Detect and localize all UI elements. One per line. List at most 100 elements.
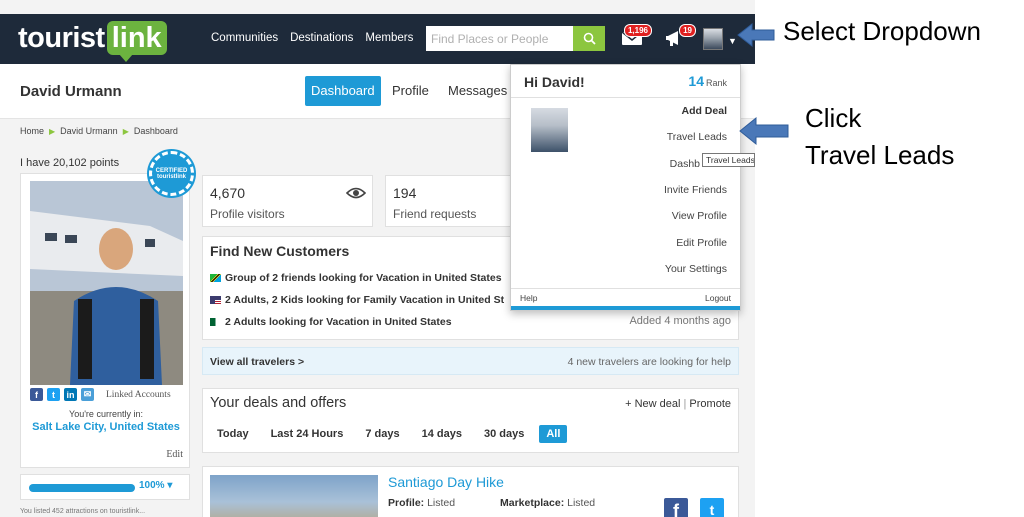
stat-profile-visitors[interactable]: 4,670 Profile visitors: [202, 175, 373, 227]
top-navbar: tourist link Communities Destinations Me…: [0, 14, 755, 64]
screenshot-area: tourist link Communities Destinations Me…: [0, 0, 755, 517]
menu-item-view-profile[interactable]: View Profile: [672, 210, 727, 222]
main-nav: Communities Destinations Members: [211, 32, 413, 44]
seal-text: CERTIFIED touristlink: [155, 167, 188, 180]
tab-dashboard[interactable]: Dashboard: [305, 76, 381, 106]
annotation-arrow-left-icon: [739, 116, 789, 146]
lead-item[interactable]: 2 Adults looking for Vacation in United …: [210, 316, 452, 328]
stat-label: Friend requests: [393, 207, 477, 221]
twitter-icon[interactable]: t: [47, 388, 60, 401]
annotation-panel: Select Dropdown Click Travel Leads: [755, 0, 1024, 517]
menu-item-dashboard[interactable]: Dashb: [670, 158, 700, 170]
stat-label: Profile visitors: [210, 207, 285, 221]
deals-card: Your deals and offers + New deal | Promo…: [202, 388, 739, 453]
filter-all[interactable]: All: [539, 425, 568, 443]
new-deal-link[interactable]: + New deal: [625, 398, 680, 410]
annotation-click: Click: [805, 103, 862, 133]
linkedin-icon[interactable]: in: [64, 388, 77, 401]
lead-item[interactable]: Group of 2 friends looking for Vacation …: [210, 272, 502, 284]
search-box: [426, 26, 605, 51]
facebook-icon[interactable]: f: [30, 388, 43, 401]
profile-photo[interactable]: [30, 181, 183, 385]
deal-profile-status: Profile: Listed: [388, 497, 456, 509]
deal-thumbnail[interactable]: [210, 475, 378, 517]
dropdown-avatar: [531, 108, 568, 152]
profile-photo-illustration: [30, 181, 183, 385]
completion-progress-bar: [29, 484, 135, 492]
card-title: Find New Customers: [210, 243, 350, 259]
algeria-flag-icon: [210, 318, 221, 326]
linked-accounts-link[interactable]: Linked Accounts: [106, 390, 171, 400]
tab-profile[interactable]: Profile: [392, 76, 429, 106]
profile-card: f t in ✉ Linked Accounts You're currentl…: [20, 173, 190, 468]
menu-item-edit-profile[interactable]: Edit Profile: [676, 237, 727, 249]
search-input[interactable]: [426, 26, 573, 51]
logo-text-tourist: tourist: [18, 21, 105, 54]
share-twitter-icon[interactable]: t: [700, 498, 724, 517]
filter-last-24-hours[interactable]: Last 24 Hours: [264, 425, 351, 443]
completion-detail-text: You listed 452 attractions on touristlin…: [20, 508, 146, 515]
view-travelers-bar: View all travelers > 4 new travelers are…: [202, 347, 739, 375]
linked-accounts-row: f t in ✉ Linked Accounts: [30, 388, 171, 401]
menu-item-invite-friends[interactable]: Invite Friends: [664, 184, 727, 196]
menu-item-your-settings[interactable]: Your Settings: [665, 263, 727, 275]
nav-destinations[interactable]: Destinations: [290, 32, 353, 44]
completion-progress-fill: [29, 484, 135, 492]
dropdown-accent-bar: [511, 306, 740, 310]
deal-time-filters: Today Last 24 Hours 7 days 14 days 30 da…: [210, 425, 575, 443]
breadcrumb-user[interactable]: David Urmann: [60, 126, 118, 136]
search-button[interactable]: [573, 26, 605, 51]
deal-marketplace-status: Marketplace: Listed: [500, 497, 596, 509]
breadcrumb-dashboard: Dashboard: [133, 126, 178, 136]
dropdown-greeting: Hi David!: [524, 74, 585, 90]
breadcrumb-home[interactable]: Home: [20, 126, 44, 136]
nav-members[interactable]: Members: [365, 32, 413, 44]
breadcrumb: Home ▶ David Urmann ▶ Dashboard: [20, 126, 178, 136]
stat-value: 4,670: [210, 185, 246, 201]
menu-item-add-deal[interactable]: Add Deal: [681, 105, 727, 117]
dropdown-footer: Help Logout: [511, 288, 740, 306]
view-all-travelers-link[interactable]: View all travelers >: [210, 356, 304, 368]
annotation-select-dropdown: Select Dropdown: [783, 16, 981, 46]
alerts-notification-button[interactable]: 19: [664, 24, 696, 50]
help-link[interactable]: Help: [520, 293, 537, 303]
user-avatar-dropdown-toggle[interactable]: [703, 28, 723, 50]
travel-leads-tooltip: Travel Leads: [702, 153, 755, 167]
stat-friend-requests[interactable]: 194 Friend requests: [385, 175, 525, 227]
tab-messages[interactable]: Messages: [448, 76, 507, 106]
profile-completion[interactable]: 100% ▾: [20, 474, 190, 500]
alerts-count-badge: 19: [679, 24, 696, 37]
mail-count-badge: 1,196: [623, 24, 652, 37]
tanzania-flag-icon: [210, 274, 221, 282]
promote-link[interactable]: Promote: [689, 398, 731, 410]
deal-actions: + New deal | Promote: [625, 398, 731, 410]
annotation-arrow-left-icon: [737, 22, 775, 48]
mail-notification-button[interactable]: 1,196: [620, 24, 652, 50]
menu-item-travel-leads[interactable]: Travel Leads: [667, 131, 727, 143]
certified-seal-badge: CERTIFIED touristlink: [149, 151, 194, 196]
chevron-right-icon: ▶: [49, 126, 56, 136]
logout-link[interactable]: Logout: [705, 293, 731, 303]
points-text: I have 20,102 points: [20, 157, 120, 169]
edit-location-link[interactable]: Edit: [166, 449, 183, 460]
divider: [511, 97, 740, 98]
filter-today[interactable]: Today: [210, 425, 256, 443]
deal-title-link[interactable]: Santiago Day Hike: [388, 474, 504, 490]
nav-communities[interactable]: Communities: [211, 32, 278, 44]
user-rank: 14 Rank: [688, 73, 727, 89]
card-title: Your deals and offers: [210, 395, 347, 411]
completion-percent: 100% ▾: [139, 480, 173, 491]
filter-30-days[interactable]: 30 days: [477, 425, 531, 443]
deal-item-card: Santiago Day Hike Profile: Listed Market…: [202, 466, 739, 517]
share-facebook-icon[interactable]: f: [664, 498, 688, 517]
lead-timestamp: Added 4 months ago: [629, 315, 731, 327]
email-icon[interactable]: ✉: [81, 388, 94, 401]
filter-7-days[interactable]: 7 days: [358, 425, 406, 443]
currently-in-label: You're currently in:: [69, 409, 143, 419]
current-city-link[interactable]: Salt Lake City, United States: [21, 421, 191, 433]
filter-14-days[interactable]: 14 days: [415, 425, 469, 443]
logo-text-link: link: [106, 21, 167, 62]
lead-item[interactable]: 2 Adults, 2 Kids looking for Family Vaca…: [210, 294, 504, 306]
search-icon: [583, 32, 596, 45]
touristlink-logo[interactable]: tourist link: [18, 18, 167, 62]
